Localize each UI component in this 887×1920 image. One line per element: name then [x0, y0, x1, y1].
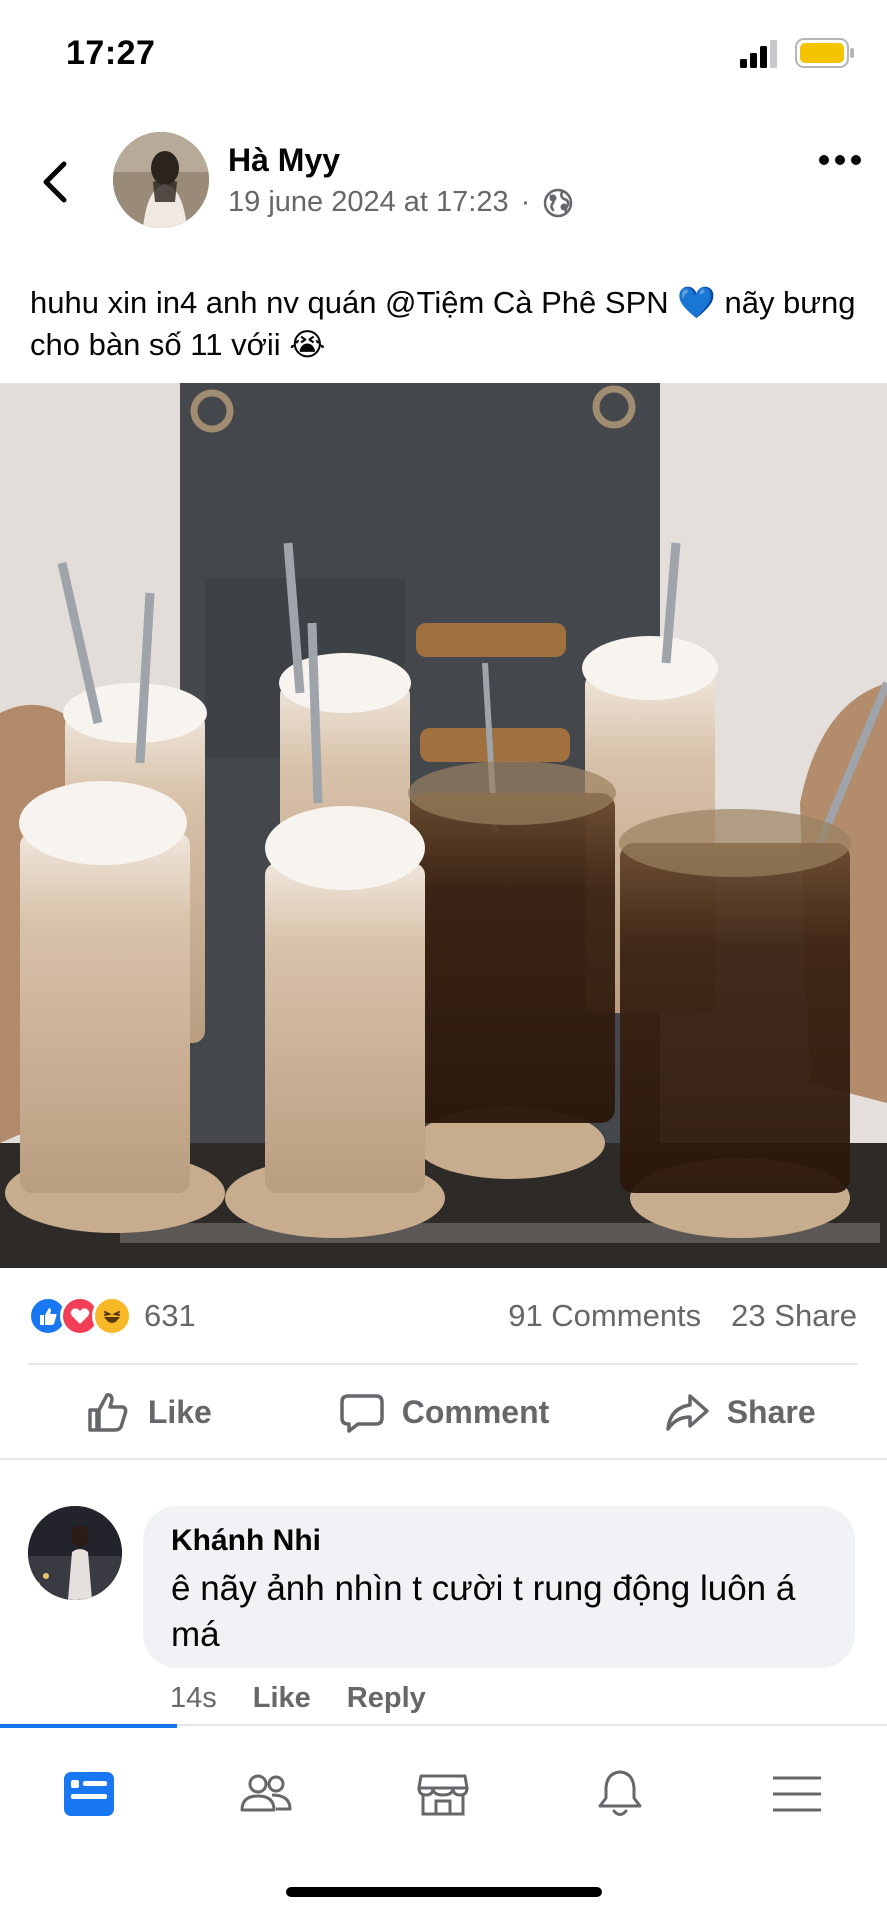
- haha-reaction-icon: [92, 1296, 132, 1336]
- post-author[interactable]: Hà Myy: [228, 142, 340, 179]
- status-bar: 17:27: [0, 0, 887, 110]
- author-avatar[interactable]: [113, 132, 209, 228]
- friends-icon: [240, 1774, 291, 1812]
- comment-bubble[interactable]: Khánh Nhi ê nãy ảnh nhìn t cười t rung đ…: [143, 1506, 855, 1668]
- active-tab-indicator: [0, 1724, 177, 1728]
- comment-text: ê nãy ảnh nhìn t cười t rung động luôn á…: [171, 1569, 796, 1654]
- post-photo[interactable]: [0, 383, 887, 1268]
- globe-icon: [544, 188, 573, 217]
- tab-notifications[interactable]: [531, 1754, 708, 1834]
- reactions-summary[interactable]: 631: [28, 1296, 196, 1336]
- signal-bars-icon: [740, 40, 777, 68]
- post-actions: Like Comment Share: [0, 1370, 887, 1454]
- post-meta: 19 june 2024 at 17:23 ·: [228, 186, 574, 219]
- comment-reply-button[interactable]: Reply: [347, 1682, 426, 1715]
- menu-icon: [772, 1776, 821, 1812]
- tab-feed[interactable]: [0, 1754, 177, 1834]
- share-button[interactable]: Share: [591, 1370, 887, 1454]
- comment-icon: [339, 1394, 384, 1433]
- post-text: huhu xin in4 anh nv quán @Tiệm Cà Phê SP…: [30, 285, 856, 362]
- coffee-photo-image: [0, 383, 887, 1268]
- post-timestamp[interactable]: 19 june 2024 at 17:23: [228, 186, 509, 219]
- commenter-name[interactable]: Khánh Nhi: [171, 1524, 827, 1558]
- share-icon: [665, 1394, 709, 1431]
- feed-icon: [63, 1772, 114, 1816]
- comments-count[interactable]: 91 Comments: [508, 1298, 701, 1334]
- thumbs-up-icon: [88, 1393, 128, 1432]
- meta-separator: ·: [520, 186, 531, 218]
- back-arrow-icon[interactable]: [36, 158, 76, 206]
- tab-marketplace[interactable]: [354, 1754, 531, 1834]
- like-label: Like: [147, 1393, 212, 1430]
- status-time: 17:27: [66, 34, 156, 72]
- comment-meta: 14s Like Reply: [170, 1682, 426, 1715]
- marketplace-icon: [417, 1774, 468, 1816]
- comment-time: 14s: [170, 1682, 217, 1714]
- commenter-avatar-image: [28, 1506, 122, 1600]
- comment-label: Comment: [401, 1393, 550, 1430]
- tab-menu[interactable]: [708, 1754, 885, 1834]
- home-indicator[interactable]: [286, 1887, 602, 1897]
- divider: [0, 1458, 887, 1460]
- post-counts: 91 Comments 23 Share: [508, 1298, 857, 1334]
- tab-friends[interactable]: [177, 1754, 354, 1834]
- divider: [28, 1363, 858, 1365]
- share-count[interactable]: 23 Share: [731, 1298, 857, 1334]
- share-label: Share: [726, 1393, 816, 1430]
- battery-icon: [795, 38, 854, 68]
- comment-like-button[interactable]: Like: [253, 1682, 311, 1715]
- author-avatar-image: [113, 132, 209, 228]
- reaction-count: 631: [144, 1298, 196, 1333]
- notifications-icon: [598, 1770, 641, 1816]
- commenter-avatar[interactable]: [28, 1506, 122, 1600]
- like-button[interactable]: Like: [0, 1370, 296, 1454]
- more-options-icon[interactable]: [818, 150, 862, 170]
- comment-button[interactable]: Comment: [296, 1370, 592, 1454]
